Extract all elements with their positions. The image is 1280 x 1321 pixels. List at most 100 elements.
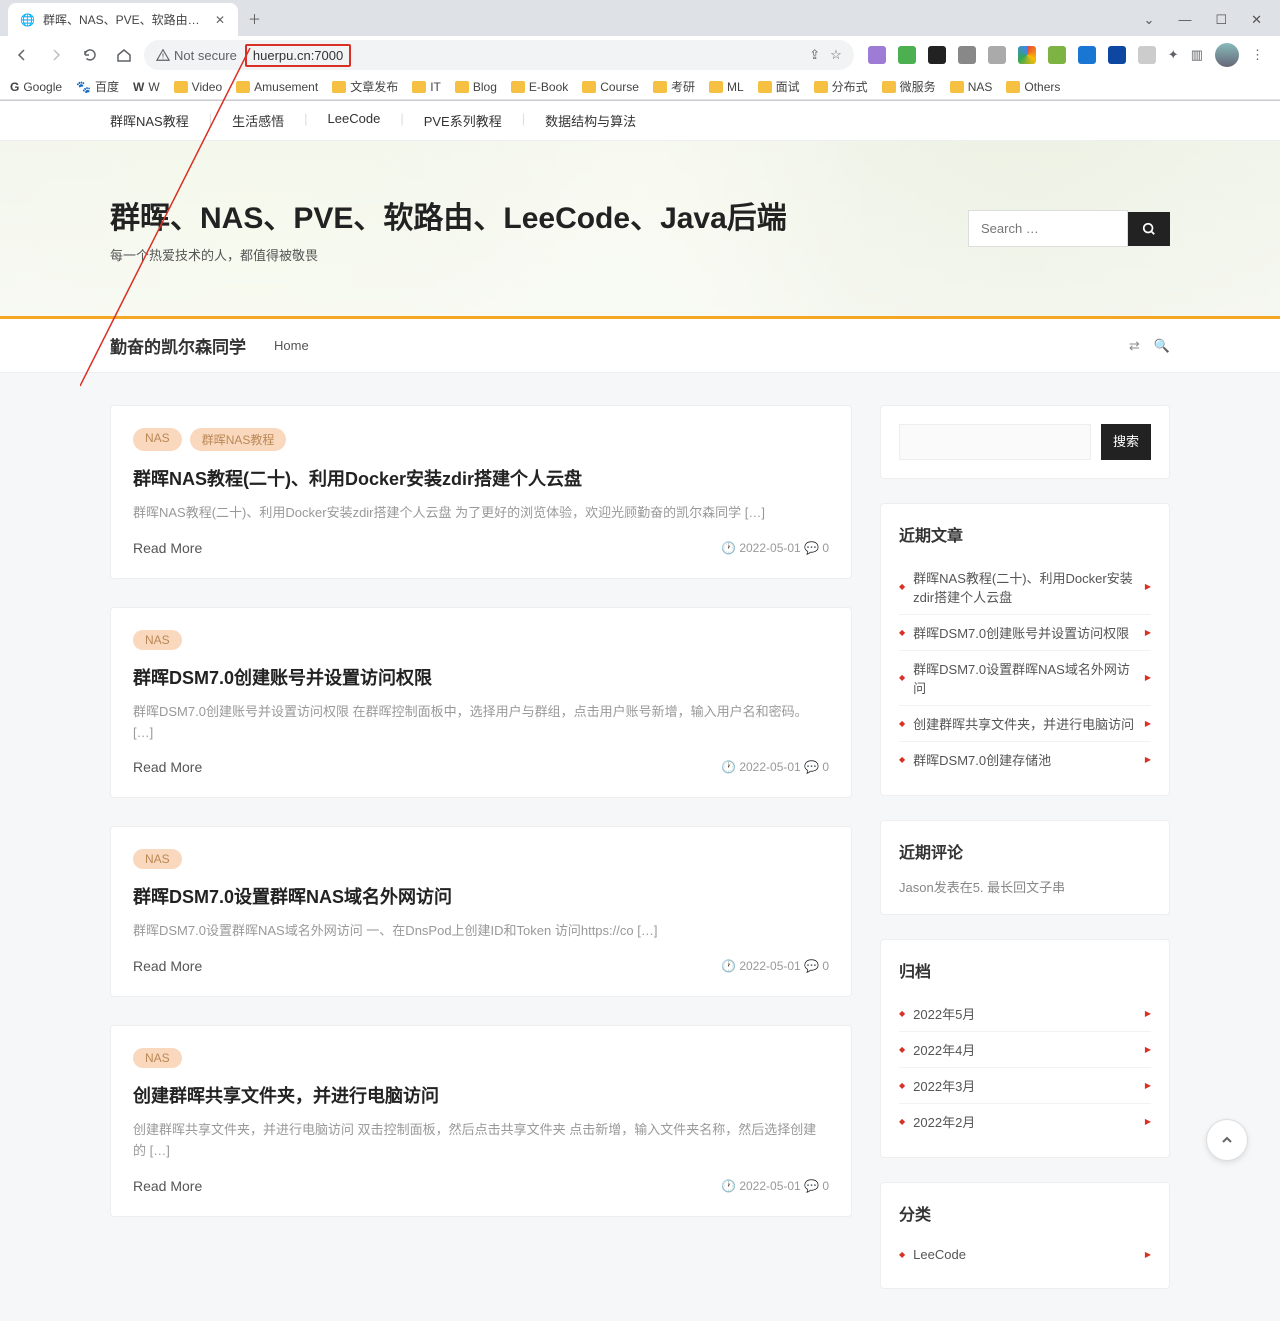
star-icon[interactable]: ☆ [830, 47, 842, 63]
new-tab-button[interactable]: ＋ [238, 1, 271, 36]
bookmark-item[interactable]: Amusement [236, 80, 318, 94]
topnav-item[interactable]: 群晖NAS教程 [110, 111, 189, 130]
profile-avatar[interactable] [1215, 43, 1239, 67]
post-tag[interactable]: NAS [133, 1048, 182, 1068]
chevron-down-icon[interactable]: ⌄ [1144, 12, 1155, 28]
list-item-label: 2022年3月 [913, 1076, 1137, 1095]
maximize-icon[interactable]: ☐ [1215, 12, 1227, 28]
read-more-link[interactable]: Read More [133, 1178, 202, 1194]
list-item[interactable]: ◆2022年3月▶ [899, 1068, 1151, 1104]
widget-title-comments: 近期评论 [899, 839, 1151, 863]
ext-icon[interactable] [1078, 46, 1096, 64]
bookmark-item[interactable]: E-Book [511, 80, 568, 94]
scroll-top-button[interactable] [1206, 1119, 1248, 1161]
read-more-link[interactable]: Read More [133, 958, 202, 974]
hero-title: 群晖、NAS、PVE、软路由、LeeCode、Java后端 [110, 193, 787, 237]
bookmark-item[interactable]: Others [1006, 80, 1060, 94]
post-title[interactable]: 群晖DSM7.0设置群晖NAS域名外网访问 [133, 883, 829, 909]
ext-icon[interactable] [958, 46, 976, 64]
read-more-link[interactable]: Read More [133, 540, 202, 556]
menu-icon[interactable]: ⋮ [1251, 47, 1264, 63]
bookmark-item[interactable]: 面试 [758, 78, 800, 95]
close-tab-icon[interactable]: ✕ [214, 14, 226, 26]
list-item-label: 2022年5月 [913, 1004, 1137, 1023]
bookmark-item[interactable]: WW [133, 80, 160, 94]
main-column: NAS 群晖NAS教程群晖NAS教程(二十)、利用Docker安装zdir搭建个人… [110, 405, 852, 1289]
active-tab[interactable]: 🌐 群晖、NAS、PVE、软路由、Le… ✕ [8, 3, 238, 36]
search-icon[interactable]: 🔍 [1154, 338, 1170, 354]
sidebar-search-button[interactable]: 搜索 [1101, 424, 1151, 460]
search-input[interactable] [968, 210, 1128, 247]
post-title[interactable]: 群晖NAS教程(二十)、利用Docker安装zdir搭建个人云盘 [133, 465, 829, 491]
bookmark-item[interactable]: NAS [950, 80, 993, 94]
random-icon[interactable]: ⇄ [1129, 338, 1140, 354]
post-tag[interactable]: NAS [133, 849, 182, 869]
post-tag[interactable]: NAS [133, 428, 182, 451]
list-item[interactable]: ◆2022年5月▶ [899, 996, 1151, 1032]
bookmark-item[interactable]: 文章发布 [332, 78, 398, 95]
list-item-label: LeeCode [913, 1247, 1137, 1262]
list-item[interactable]: ◆创建群晖共享文件夹，并进行电脑访问▶ [899, 706, 1151, 742]
bullet-icon: ◆ [899, 755, 905, 764]
folder-icon [236, 81, 250, 93]
bookmark-item[interactable]: GGoogle [10, 80, 62, 94]
list-item[interactable]: ◆群晖NAS教程(二十)、利用Docker安装zdir搭建个人云盘▶ [899, 560, 1151, 615]
bookmark-item[interactable]: IT [412, 80, 441, 94]
ext-icon[interactable] [988, 46, 1006, 64]
bookmark-label: 分布式 [832, 78, 868, 95]
ext-icon[interactable] [868, 46, 886, 64]
read-more-link[interactable]: Read More [133, 759, 202, 775]
bullet-icon: ◆ [899, 1045, 905, 1054]
address-bar[interactable]: Not secure huerpu.cn:7000 ⇪ ☆ [144, 40, 854, 70]
ext-icon[interactable] [898, 46, 916, 64]
ext-icon[interactable] [1138, 46, 1156, 64]
list-item[interactable]: ◆LeeCode▶ [899, 1239, 1151, 1270]
list-item[interactable]: ◆2022年2月▶ [899, 1104, 1151, 1139]
reload-button[interactable] [76, 41, 104, 69]
post-tag[interactable]: 群晖NAS教程 [190, 428, 287, 451]
bookmark-item[interactable]: 考研 [653, 78, 695, 95]
bookmark-label: Blog [473, 80, 497, 94]
toolbar: Not secure huerpu.cn:7000 ⇪ ☆ ✦ ▥ ⋮ [0, 36, 1280, 74]
security-indicator[interactable]: Not secure [156, 48, 237, 63]
list-item[interactable]: ◆群晖DSM7.0创建账号并设置访问权限▶ [899, 615, 1151, 651]
panel-icon[interactable]: ▥ [1191, 47, 1203, 63]
list-item-label: 创建群晖共享文件夹，并进行电脑访问 [913, 714, 1137, 733]
list-item[interactable]: ◆群晖DSM7.0创建存储池▶ [899, 742, 1151, 777]
topnav-item[interactable]: PVE系列教程 [424, 111, 502, 130]
bookmark-item[interactable]: 🐾百度 [76, 78, 119, 95]
minimize-icon[interactable]: — [1178, 12, 1191, 28]
share-icon[interactable]: ⇪ [809, 47, 820, 63]
back-button[interactable] [8, 41, 36, 69]
sticky-bar: 勤奋的凯尔森同学 Home ⇄ 🔍 [0, 319, 1280, 373]
ext-icon[interactable] [928, 46, 946, 64]
not-secure-label: Not secure [174, 48, 237, 63]
post-title[interactable]: 创建群晖共享文件夹，并进行电脑访问 [133, 1082, 829, 1108]
bookmark-item[interactable]: 分布式 [814, 78, 868, 95]
close-window-icon[interactable]: ✕ [1251, 12, 1262, 28]
list-item[interactable]: ◆群晖DSM7.0设置群晖NAS域名外网访问▶ [899, 651, 1151, 706]
ext-icon[interactable] [1048, 46, 1066, 64]
nav-home[interactable]: Home [274, 338, 309, 353]
home-button[interactable] [110, 41, 138, 69]
post-tag[interactable]: NAS [133, 630, 182, 650]
extensions-icon[interactable]: ✦ [1168, 47, 1179, 63]
bookmark-item[interactable]: 微服务 [882, 78, 936, 95]
bookmark-item[interactable]: Blog [455, 80, 497, 94]
topnav-item[interactable]: 数据结构与算法 [545, 111, 636, 130]
bookmark-item[interactable]: Video [174, 80, 222, 94]
forward-button[interactable] [42, 41, 70, 69]
sidebar-search-input[interactable] [899, 424, 1091, 460]
topnav-item[interactable]: 生活感悟 [232, 111, 284, 130]
bookmark-label: 考研 [671, 78, 695, 95]
comment-item[interactable]: Jason发表在5. 最长回文子串 [899, 877, 1151, 896]
ext-icon[interactable] [1018, 46, 1036, 64]
bookmark-item[interactable]: Course [582, 80, 639, 94]
search-button[interactable] [1128, 212, 1170, 246]
post-title[interactable]: 群晖DSM7.0创建账号并设置访问权限 [133, 664, 829, 690]
topnav-item[interactable]: LeeCode [328, 111, 381, 130]
post-card: NAS 群晖NAS教程群晖NAS教程(二十)、利用Docker安装zdir搭建个人… [110, 405, 852, 579]
ext-icon[interactable] [1108, 46, 1126, 64]
list-item[interactable]: ◆2022年4月▶ [899, 1032, 1151, 1068]
bookmark-item[interactable]: ML [709, 80, 744, 94]
